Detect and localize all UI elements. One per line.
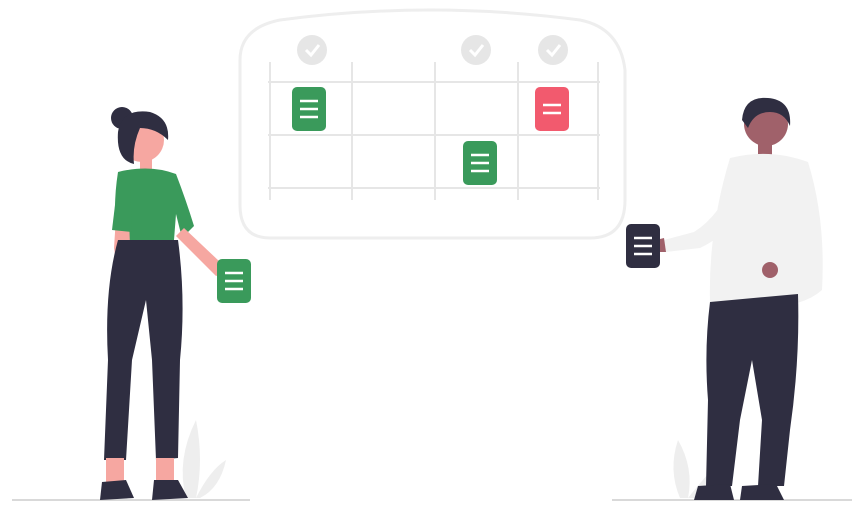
- check-icon: [461, 35, 491, 65]
- check-icon: [538, 35, 568, 65]
- schedule-illustration: [0, 0, 854, 508]
- plant-left: [182, 420, 226, 498]
- document-icon: [463, 141, 497, 185]
- calendar-board: [238, 8, 627, 240]
- man-figure: [656, 97, 823, 500]
- document-icon: [292, 87, 326, 131]
- document-icon: [217, 259, 251, 303]
- check-icon: [297, 35, 327, 65]
- woman-figure: [100, 107, 226, 500]
- document-icon: [626, 224, 660, 268]
- illustration-canvas: [12, 8, 852, 501]
- document-icon: [535, 87, 569, 131]
